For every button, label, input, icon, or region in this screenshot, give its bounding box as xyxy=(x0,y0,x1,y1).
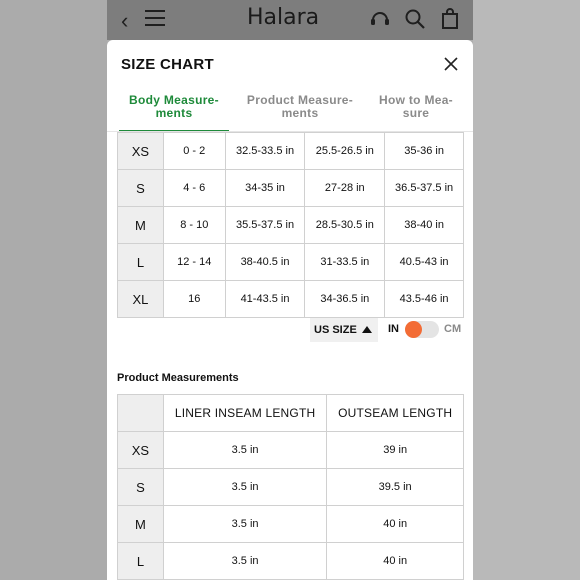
right-backdrop xyxy=(473,0,580,580)
table-row: M 8 - 10 35.5-37.5 in 28.5-30.5 in 38-40… xyxy=(117,206,464,244)
body-measurements-table: XS 0 - 2 32.5-33.5 in 25.5-26.5 in 35-36… xyxy=(117,132,464,318)
shopping-bag-icon[interactable] xyxy=(439,8,461,30)
tab-how-to-measure[interactable]: How to Mea- sure xyxy=(361,94,471,120)
table-row: M 3.5 in 40 in xyxy=(117,505,464,543)
tab-label-line: ments xyxy=(281,106,319,120)
measurement-cell: 36.5-37.5 in xyxy=(384,169,464,207)
tab-product-measurements[interactable]: Product Measure- ments xyxy=(245,94,355,120)
back-chevron-icon[interactable]: ‹ xyxy=(121,8,128,34)
us-size-cell: 4 - 6 xyxy=(162,169,226,207)
table-row: L 12 - 14 38-40.5 in 31-33.5 in 40.5-43 … xyxy=(117,243,464,281)
measurement-cell: 35.5-37.5 in xyxy=(224,206,306,244)
size-cell: XL xyxy=(117,280,164,318)
table-row: S 4 - 6 34-35 in 27-28 in 36.5-37.5 in xyxy=(117,169,464,207)
tab-body-measurements[interactable]: Body Measure- ments xyxy=(119,94,229,120)
table-header-row: LINER INSEAM LENGTH OUTSEAM LENGTH xyxy=(117,394,464,432)
measurement-cell: 31-33.5 in xyxy=(304,243,386,281)
outseam-cell: 40 in xyxy=(326,542,464,580)
size-cell: M xyxy=(117,505,164,543)
us-size-cell: 8 - 10 xyxy=(162,206,226,244)
size-cell: L xyxy=(117,542,164,580)
measurement-cell: 40.5-43 in xyxy=(384,243,464,281)
liner-inseam-cell: 3.5 in xyxy=(162,542,328,580)
measurement-cell: 38-40 in xyxy=(384,206,464,244)
size-chart-modal: SIZE CHART Body Measure- ments Product M… xyxy=(107,40,473,580)
measurement-cell: 35-36 in xyxy=(384,132,464,170)
measurement-cell: 32.5-33.5 in xyxy=(224,132,306,170)
table-row: XS 0 - 2 32.5-33.5 in 25.5-26.5 in 35-36… xyxy=(117,132,464,170)
measurement-cell: 27-28 in xyxy=(304,169,386,207)
table-row: XS 3.5 in 39 in xyxy=(117,431,464,469)
tab-label-line: ments xyxy=(155,106,193,120)
measurement-cell: 28.5-30.5 in xyxy=(304,206,386,244)
us-size-dropdown[interactable]: US SIZE xyxy=(310,318,378,342)
outseam-cell: 40 in xyxy=(326,505,464,543)
size-cell: L xyxy=(117,243,164,281)
tab-bar: Body Measure- ments Product Measure- men… xyxy=(107,94,473,132)
table-corner-cell xyxy=(117,394,164,432)
unit-controls: US SIZE IN CM xyxy=(107,316,473,344)
liner-inseam-cell: 3.5 in xyxy=(162,505,328,543)
column-header: OUTSEAM LENGTH xyxy=(326,394,464,432)
tab-label-line: sure xyxy=(402,106,430,120)
measurement-cell: 34-35 in xyxy=(224,169,306,207)
measurement-cell: 25.5-26.5 in xyxy=(304,132,386,170)
outseam-cell: 39.5 in xyxy=(326,468,464,506)
left-backdrop xyxy=(0,0,107,580)
size-cell: S xyxy=(117,468,164,506)
app-header: ‹ Halara xyxy=(107,0,473,40)
size-cell: XS xyxy=(117,431,164,469)
outseam-cell: 39 in xyxy=(326,431,464,469)
product-measurements-heading: Product Measurements xyxy=(117,372,239,384)
size-cell: S xyxy=(117,169,164,207)
us-size-cell: 12 - 14 xyxy=(162,243,226,281)
search-icon[interactable] xyxy=(404,8,426,30)
toggle-knob xyxy=(405,321,422,338)
brand-logo: Halara xyxy=(247,5,320,30)
measurement-cell: 38-40.5 in xyxy=(224,243,306,281)
us-size-cell: 16 xyxy=(162,280,226,318)
modal-title: SIZE CHART xyxy=(121,56,214,73)
us-size-cell: 0 - 2 xyxy=(162,132,226,170)
product-measurements-table: LINER INSEAM LENGTH OUTSEAM LENGTH XS 3.… xyxy=(117,394,464,580)
unit-in-label: IN xyxy=(388,323,399,335)
unit-toggle-switch[interactable] xyxy=(405,321,439,338)
us-size-label: US SIZE xyxy=(314,324,357,336)
size-cell: XS xyxy=(117,132,164,170)
table-row: XL 16 41-43.5 in 34-36.5 in 43.5-46 in xyxy=(117,280,464,318)
measurement-cell: 34-36.5 in xyxy=(304,280,386,318)
liner-inseam-cell: 3.5 in xyxy=(162,431,328,469)
close-icon[interactable] xyxy=(443,56,459,72)
triangle-up-icon xyxy=(362,326,372,333)
liner-inseam-cell: 3.5 in xyxy=(162,468,328,506)
column-header: LINER INSEAM LENGTH xyxy=(162,394,328,432)
headset-icon[interactable] xyxy=(369,8,391,30)
size-cell: M xyxy=(117,206,164,244)
table-row: S 3.5 in 39.5 in xyxy=(117,468,464,506)
table-row: L 3.5 in 40 in xyxy=(117,542,464,580)
measurement-cell: 43.5-46 in xyxy=(384,280,464,318)
hamburger-menu-icon[interactable] xyxy=(145,10,165,31)
measurement-cell: 41-43.5 in xyxy=(224,280,306,318)
unit-cm-label: CM xyxy=(444,323,462,335)
